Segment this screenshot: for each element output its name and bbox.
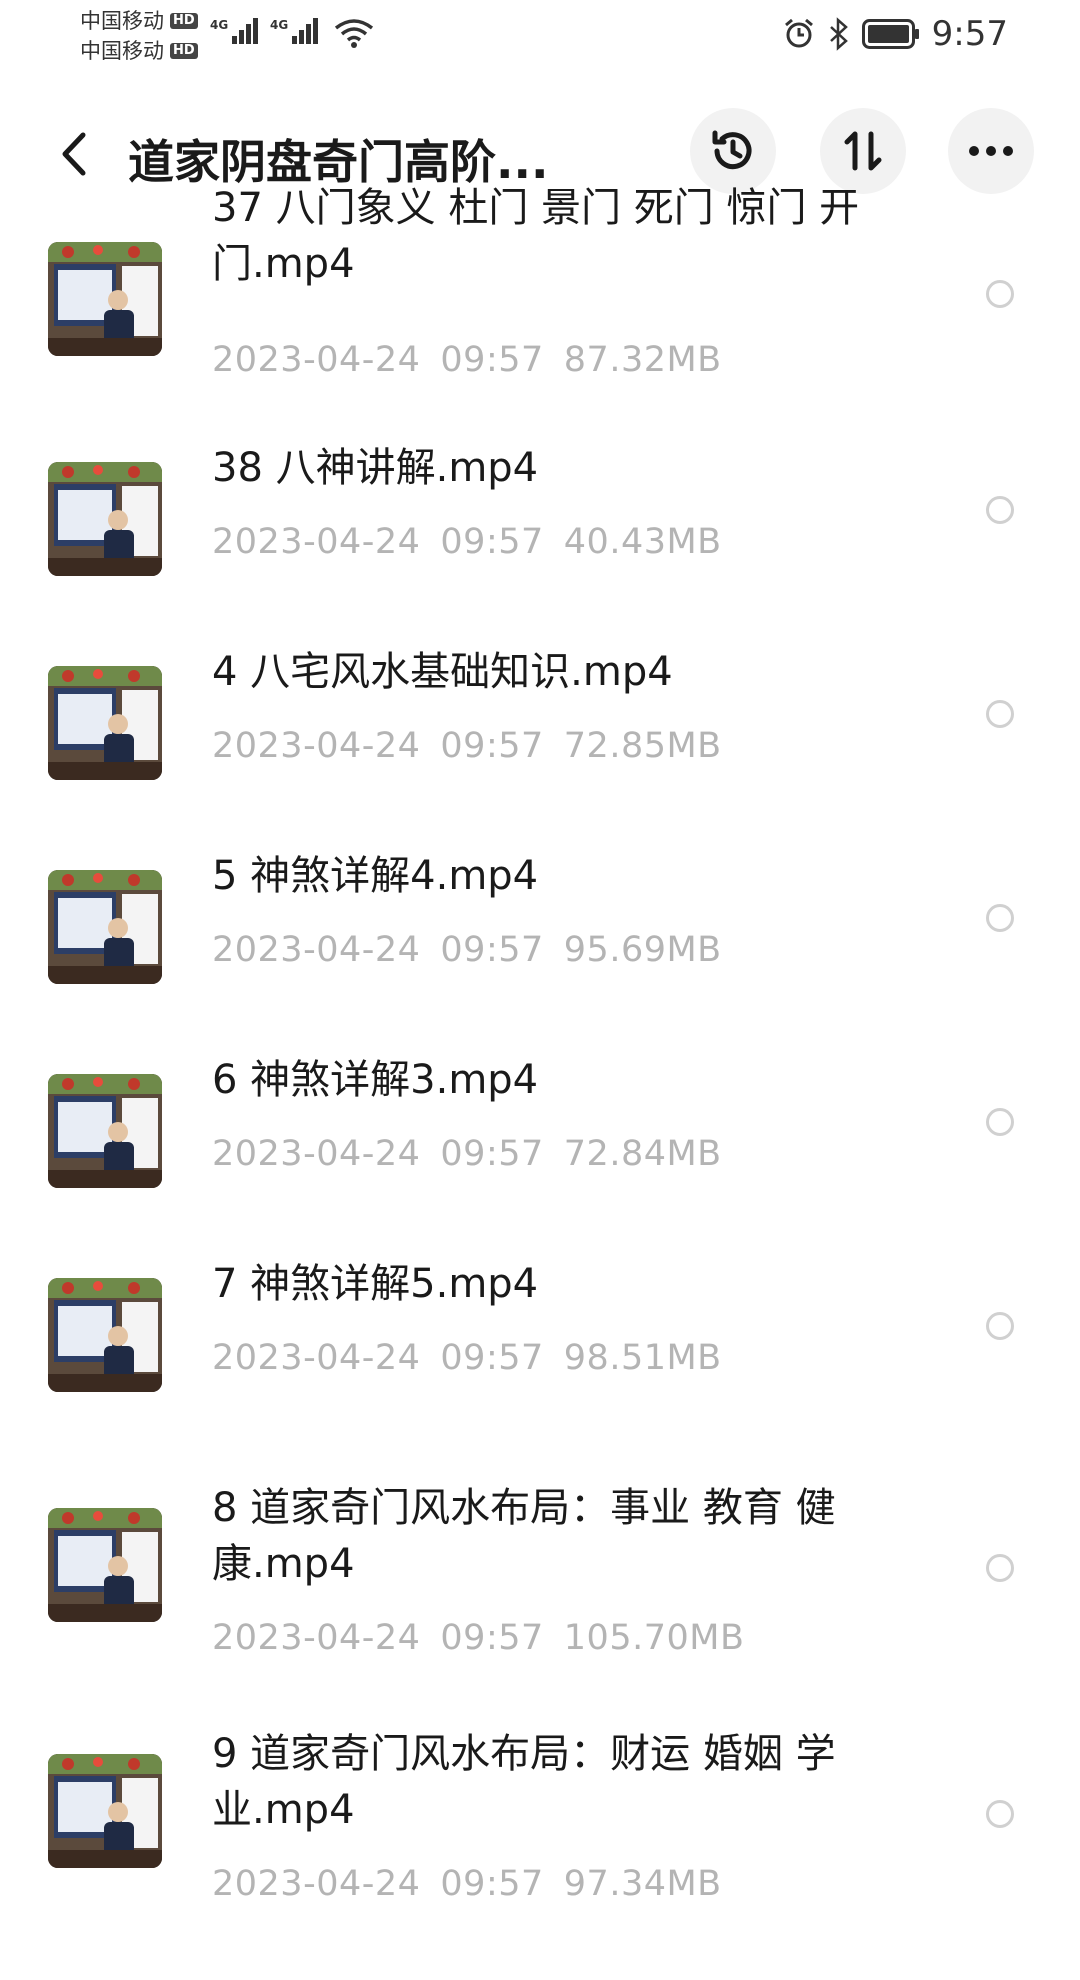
file-meta: 2023-04-24 09:57 98.51MB (212, 1338, 722, 1378)
network-type: 4G (270, 18, 289, 32)
select-checkbox[interactable] (986, 496, 1014, 524)
file-time: 09:57 (440, 1134, 544, 1174)
file-size: 98.51MB (563, 1338, 722, 1378)
file-time: 09:57 (440, 1338, 544, 1378)
video-thumbnail (48, 666, 162, 780)
file-time: 09:57 (440, 340, 544, 380)
file-size: 72.84MB (563, 1134, 722, 1174)
video-thumbnail (48, 1508, 162, 1622)
signal-icon: 4G (210, 18, 259, 44)
file-time: 09:57 (440, 1864, 544, 1904)
file-name: 9 道家奇门风水布局：财运 婚姻 学业.mp4 (212, 1731, 836, 1833)
video-thumbnail (48, 242, 162, 356)
select-checkbox[interactable] (986, 904, 1014, 932)
carrier-info: 中国移动 HD 中国移动 HD (80, 6, 198, 66)
select-checkbox[interactable] (986, 280, 1014, 308)
network-type: 4G (210, 18, 229, 32)
file-name: 8 道家奇门风水布局：事业 教育 健康.mp4 (212, 1485, 836, 1587)
select-checkbox[interactable] (986, 1800, 1014, 1828)
hd-badge: HD (170, 43, 198, 59)
file-date: 2023-04-24 (212, 1338, 421, 1378)
file-row[interactable]: 38 八神讲解.mp4 2023-04-24 09:57 40.43MB (0, 430, 1080, 630)
file-name: 38 八神讲解.mp4 (212, 445, 539, 491)
video-thumbnail (48, 1074, 162, 1188)
file-size: 87.32MB (563, 340, 722, 380)
file-name: 5 神煞详解4.mp4 (212, 853, 539, 899)
file-name: 6 神煞详解3.mp4 (212, 1057, 539, 1103)
file-meta: 2023-04-24 09:57 95.69MB (212, 930, 722, 970)
file-date: 2023-04-24 (212, 340, 421, 380)
video-thumbnail (48, 1754, 162, 1868)
status-icons: 9:57 (782, 14, 1008, 54)
file-name: 37 八门象义 杜门 景门 死门 惊门 开门.mp4 (212, 185, 860, 287)
select-checkbox[interactable] (986, 1312, 1014, 1340)
hd-badge: HD (170, 13, 198, 29)
file-meta: 2023-04-24 09:57 40.43MB (212, 522, 722, 562)
sort-icon (844, 131, 882, 171)
video-thumbnail (48, 462, 162, 576)
file-row[interactable]: 6 神煞详解3.mp4 2023-04-24 09:57 72.84MB (0, 1042, 1080, 1242)
file-time: 09:57 (440, 726, 544, 766)
file-date: 2023-04-24 (212, 1864, 421, 1904)
select-checkbox[interactable] (986, 1554, 1014, 1582)
file-meta: 2023-04-24 09:57 87.32MB (212, 340, 722, 380)
carrier-name: 中国移动 (80, 9, 164, 33)
more-icon (969, 146, 1013, 156)
file-size: 95.69MB (563, 930, 722, 970)
file-row[interactable]: 37 八门象义 杜门 景门 死门 惊门 开门.mp4 2023-04-24 09:5… (0, 185, 1080, 416)
file-row[interactable]: 8 道家奇门风水布局：事业 教育 健康.mp4 2023-04-24 09:57 10… (0, 1470, 1080, 1670)
file-size: 105.70MB (563, 1618, 745, 1658)
back-icon (62, 132, 86, 176)
file-date: 2023-04-24 (212, 726, 421, 766)
file-date: 2023-04-24 (212, 1618, 421, 1658)
file-time: 09:57 (440, 522, 544, 562)
carrier-name: 中国移动 (80, 39, 164, 63)
file-meta: 2023-04-24 09:57 105.70MB (212, 1618, 744, 1658)
file-meta: 2023-04-24 09:57 72.84MB (212, 1134, 722, 1174)
file-row[interactable]: 5 神煞详解4.mp4 2023-04-24 09:57 95.69MB (0, 838, 1080, 1038)
status-bar: 中国移动 HD 中国移动 HD 4G 4G 9:57 (0, 0, 1080, 86)
file-row[interactable]: 7 神煞详解5.mp4 2023-04-24 09:57 98.51MB (0, 1246, 1080, 1446)
wifi-icon (334, 19, 374, 48)
file-name: 4 八宅风水基础知识.mp4 (212, 649, 673, 695)
video-thumbnail (48, 870, 162, 984)
battery-icon (861, 19, 919, 49)
signal-icon: 4G (270, 18, 319, 44)
history-icon (712, 130, 752, 170)
file-date: 2023-04-24 (212, 522, 421, 562)
file-time: 09:57 (440, 1618, 544, 1658)
file-row[interactable]: 4 八宅风水基础知识.mp4 2023-04-24 09:57 72.85MB (0, 634, 1080, 834)
file-date: 2023-04-24 (212, 1134, 421, 1174)
more-button[interactable] (948, 108, 1034, 194)
clock: 9:57 (931, 14, 1008, 54)
file-meta: 2023-04-24 09:57 72.85MB (212, 726, 722, 766)
bluetooth-icon (829, 17, 848, 51)
file-size: 40.43MB (563, 522, 722, 562)
file-row[interactable]: 9 道家奇门风水布局：财运 婚姻 学业.mp4 2023-04-24 09:57 97… (0, 1716, 1080, 1916)
video-thumbnail (48, 1278, 162, 1392)
file-size: 97.34MB (563, 1864, 722, 1904)
file-size: 72.85MB (563, 726, 722, 766)
file-meta: 2023-04-24 09:57 97.34MB (212, 1864, 722, 1904)
select-checkbox[interactable] (986, 700, 1014, 728)
file-time: 09:57 (440, 930, 544, 970)
select-checkbox[interactable] (986, 1108, 1014, 1136)
back-button[interactable] (44, 124, 104, 184)
alarm-icon (784, 18, 813, 48)
file-name: 7 神煞详解5.mp4 (212, 1261, 539, 1307)
file-date: 2023-04-24 (212, 930, 421, 970)
